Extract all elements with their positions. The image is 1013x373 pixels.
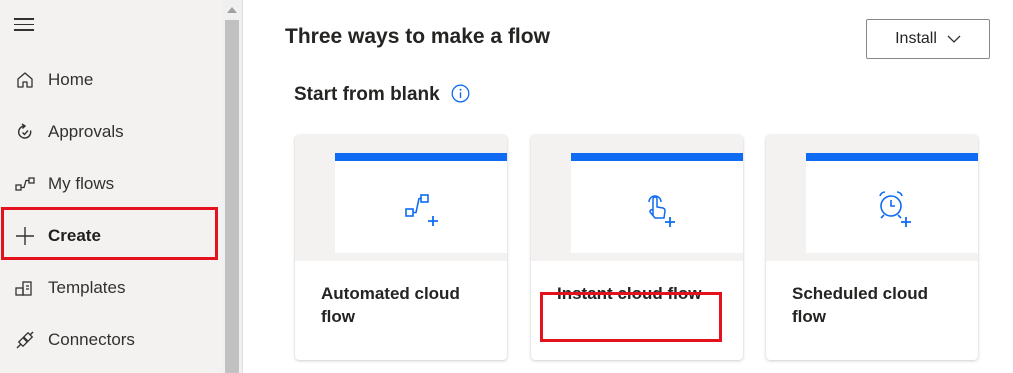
install-button-label: Install <box>895 30 937 47</box>
templates-icon <box>14 277 36 299</box>
scheduled-cloud-flow-card[interactable]: Scheduled cloud flow <box>766 135 978 360</box>
sidebar-item-connectors[interactable]: Connectors <box>0 314 222 366</box>
sidebar-item-home[interactable]: Home <box>0 54 222 106</box>
card-preview <box>806 153 978 253</box>
instant-flow-icon <box>637 185 677 229</box>
scrollbar-thumb[interactable] <box>225 20 239 373</box>
connectors-icon <box>14 329 36 351</box>
app-window: Home Approvals My flows Create Templates <box>0 0 1013 373</box>
sidebar-item-templates[interactable]: Templates <box>0 262 222 314</box>
sidebar-scrollbar[interactable] <box>222 0 242 373</box>
card-preview-area <box>531 135 743 261</box>
sidebar-divider <box>242 0 243 373</box>
section-title: Start from blank <box>294 84 440 105</box>
card-preview-area <box>295 135 507 261</box>
instant-flow-highlight-box <box>540 292 722 342</box>
sidebar-item-label: Templates <box>48 278 126 297</box>
chevron-down-icon <box>947 35 961 43</box>
create-highlight-box <box>1 207 218 260</box>
automated-flow-icon <box>401 185 441 229</box>
my-flows-icon <box>14 173 36 195</box>
scheduled-flow-icon <box>872 185 912 229</box>
sidebar-item-label: Approvals <box>48 122 124 141</box>
home-icon <box>14 69 36 91</box>
scroll-up-arrow-icon[interactable] <box>222 4 242 16</box>
card-preview-area <box>766 135 978 261</box>
sidebar: Home Approvals My flows Create Templates <box>0 0 222 373</box>
automated-cloud-flow-card[interactable]: Automated cloud flow <box>295 135 507 360</box>
sidebar-item-label: Home <box>48 70 94 89</box>
install-button[interactable]: Install <box>866 19 990 59</box>
hamburger-menu-icon[interactable] <box>14 18 34 34</box>
sidebar-item-my-flows[interactable]: My flows <box>0 158 222 210</box>
card-preview <box>571 153 743 253</box>
approvals-icon <box>14 121 36 143</box>
card-preview <box>335 153 507 253</box>
card-label: Scheduled cloud flow <box>792 284 929 326</box>
sidebar-item-label: My flows <box>48 174 115 193</box>
page-title: Three ways to make a flow <box>285 25 550 48</box>
info-icon[interactable] <box>451 84 470 103</box>
card-label: Automated cloud flow <box>321 284 460 326</box>
sidebar-item-label: Connectors <box>48 330 135 349</box>
sidebar-item-approvals[interactable]: Approvals <box>0 106 222 158</box>
